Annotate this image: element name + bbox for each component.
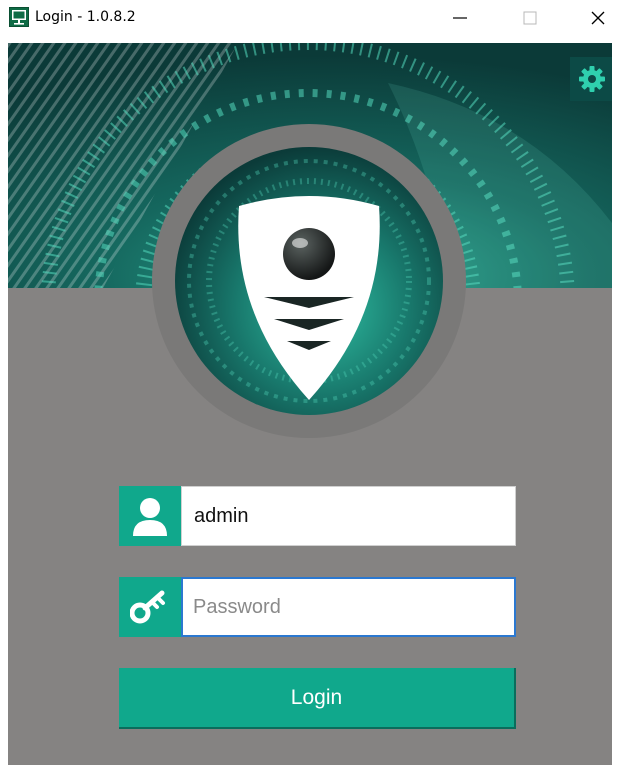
settings-button[interactable] xyxy=(570,57,612,101)
maximize-button[interactable] xyxy=(507,0,553,36)
username-field-group xyxy=(119,486,516,546)
title-bar: Login - 1.0.8.2 xyxy=(0,0,619,36)
security-shield-logo xyxy=(152,124,466,438)
window-title: Login - 1.0.8.2 xyxy=(35,9,136,25)
user-icon xyxy=(133,498,167,536)
minimize-button[interactable] xyxy=(437,0,483,36)
password-icon-box xyxy=(119,577,181,637)
gear-icon xyxy=(579,66,605,92)
login-panel: Login xyxy=(8,43,612,765)
username-input[interactable] xyxy=(181,486,516,546)
close-icon xyxy=(591,11,605,25)
key-icon xyxy=(130,590,165,624)
monitor-app-icon xyxy=(9,7,29,27)
username-icon-box xyxy=(119,486,181,546)
password-input[interactable] xyxy=(181,577,516,637)
maximize-icon xyxy=(523,11,537,25)
minimize-icon xyxy=(453,17,467,19)
close-button[interactable] xyxy=(575,0,619,36)
password-field-group xyxy=(119,577,516,637)
login-button[interactable]: Login xyxy=(119,668,516,729)
